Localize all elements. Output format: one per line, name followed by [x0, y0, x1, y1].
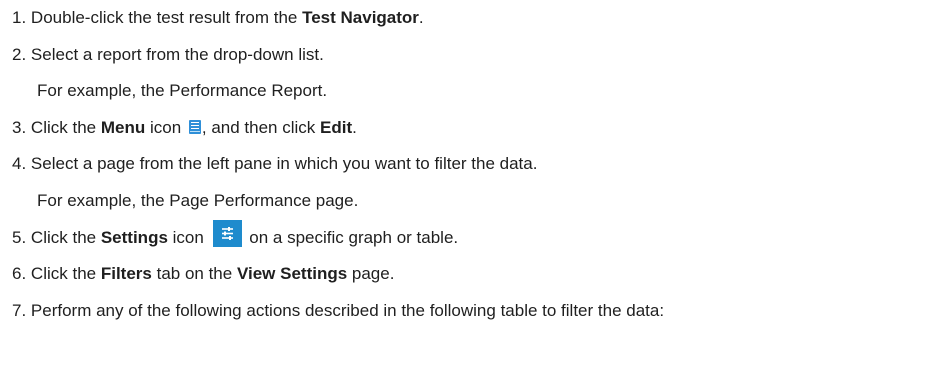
step-number: 1. — [12, 8, 27, 27]
step-text: Click the — [30, 117, 101, 137]
filters-term: Filters — [100, 264, 152, 284]
step-4: 4. Select a page from the left pane in w… — [12, 146, 937, 183]
step-2-example: For example, the Performance Report. — [37, 81, 328, 101]
step-text-mid: icon — [145, 117, 186, 137]
step-1: 1. Double-click the test result from the… — [12, 0, 937, 37]
step-text: Select a page from the left pane in whic… — [30, 154, 538, 174]
step-number: 6. — [12, 264, 27, 284]
step-number: 2. — [12, 44, 27, 64]
step-number: 4. — [12, 154, 27, 174]
step-text-mid: icon — [167, 227, 209, 247]
step-text: Perform any of the following actions des… — [30, 300, 665, 320]
view-settings-term: View Settings — [236, 264, 348, 284]
procedure-steps: 1. Double-click the test result from the… — [12, 0, 937, 329]
settings-sliders-icon — [212, 219, 242, 247]
edit-term: Edit — [320, 117, 353, 137]
step-text: Double-click the test result from the — [30, 8, 303, 27]
step-text-mid: tab on the — [151, 264, 237, 284]
step-text: Click the — [30, 264, 101, 284]
step-text-end: page. — [347, 264, 395, 284]
step-5: 5. Click the Settings icon on a specific… — [12, 219, 937, 257]
menu-icon — [188, 119, 201, 134]
step-2: 2. Select a report from the drop-down li… — [12, 37, 937, 74]
step-number: 7. — [12, 300, 27, 320]
step-text-end: . — [352, 117, 357, 137]
menu-term: Menu — [100, 117, 146, 137]
settings-term: Settings — [100, 227, 168, 247]
step-number: 5. — [12, 227, 27, 247]
step-text: Select a report from the drop-down list. — [30, 44, 324, 64]
step-text-end: . — [418, 8, 424, 27]
step-number: 3. — [12, 117, 27, 137]
step-3: 3. Click the Menu icon , and then click … — [12, 110, 937, 147]
step-text-mid2: , and then click — [201, 117, 320, 137]
step-text: Click the — [30, 227, 101, 247]
step-4-example: For example, the Page Performance page. — [37, 190, 359, 210]
step-text-end: on a specific graph or table. — [244, 227, 459, 247]
step-6: 6. Click the Filters tab on the View Set… — [12, 256, 937, 293]
test-navigator-term: Test Navigator — [302, 8, 419, 27]
step-7: 7. Perform any of the following actions … — [12, 293, 937, 330]
